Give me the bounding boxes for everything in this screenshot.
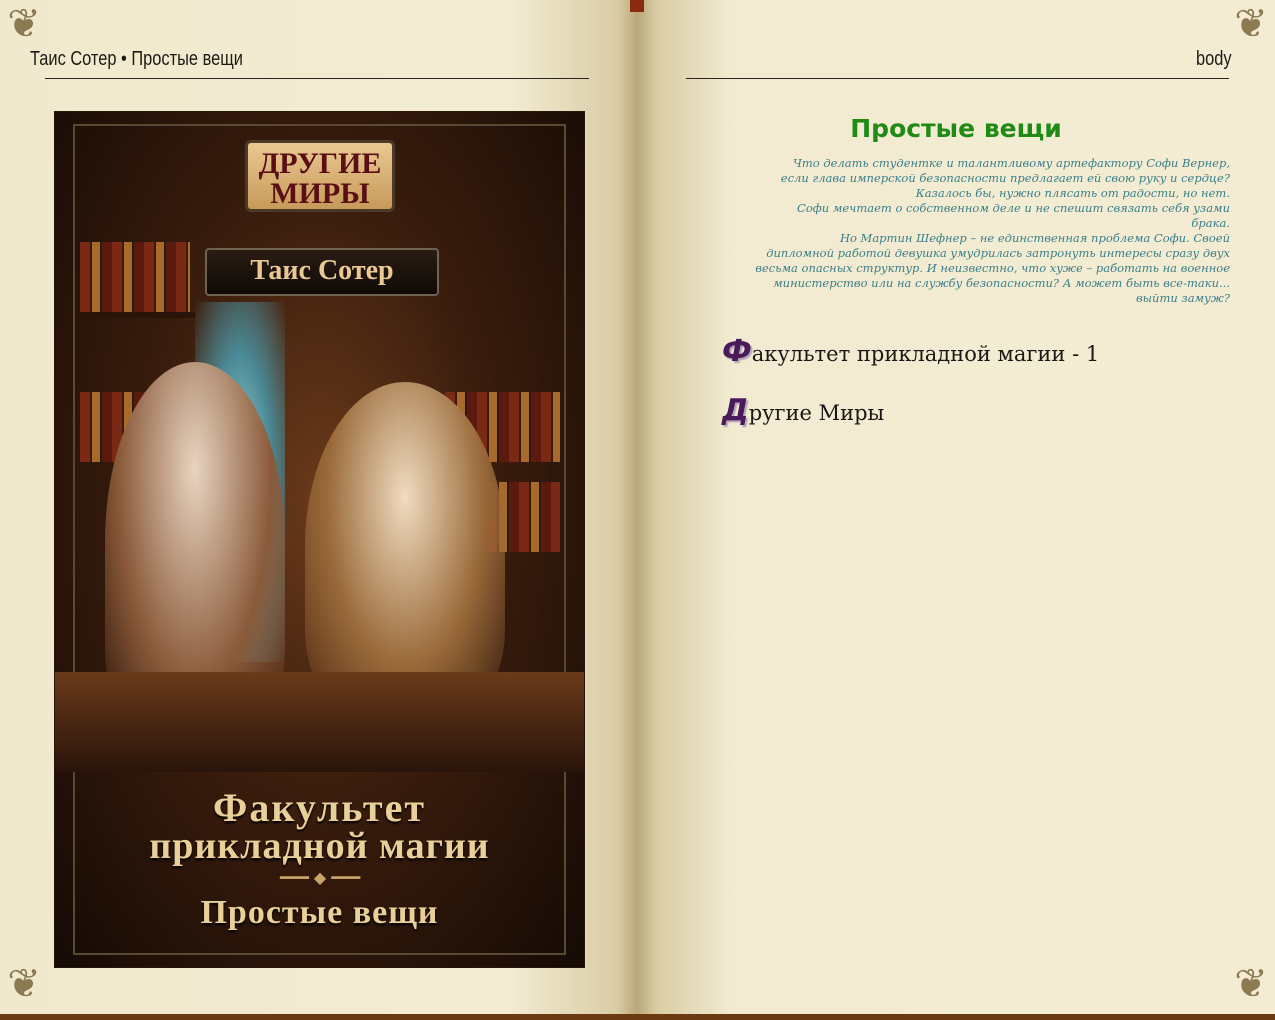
corner-ornament-icon: ❦ xyxy=(1234,961,1268,1007)
annotation-line: Что делать студентке и талантливому арте… xyxy=(792,156,1230,170)
header-divider xyxy=(686,78,1229,79)
annotation: Что делать студентке и талантливому арте… xyxy=(750,156,1230,306)
page-header-left: Таис Сотер • Простые вещи xyxy=(30,48,243,71)
cover-author: Таис Сотер xyxy=(205,248,439,296)
cover-ornament-icon: ━━━ ◆ ━━━ xyxy=(279,868,361,887)
annotation-line: дипломной работой девушка умудрилась зат… xyxy=(766,246,1230,260)
dropcap: Д xyxy=(722,393,749,428)
annotation-line: Казалось бы, нужно плясать от радости, н… xyxy=(915,186,1230,200)
cover-table xyxy=(55,672,584,772)
annotation-line: министерство или на службу безопасности?… xyxy=(773,276,1230,290)
corner-ornament-icon: ❦ xyxy=(1234,1,1268,47)
header-book-title: Простые вещи xyxy=(131,48,243,70)
book-viewer: ❦ ❦ Таис Сотер • Простые вещи ДРУГИЕ МИР… xyxy=(0,0,1275,1020)
book-cover-image: ДРУГИЕ МИРЫ Таис Сотер Факультет приклад… xyxy=(54,111,585,968)
annotation-line: Но Мартин Шефнер – не единственная пробл… xyxy=(839,231,1230,245)
annotation-line: весьма опасных структур. И неизвестно, ч… xyxy=(755,261,1230,275)
cover-figure-woman xyxy=(305,382,505,712)
book-spine xyxy=(630,0,644,12)
annotation-line: выйти замуж? xyxy=(1135,291,1230,305)
cover-title-line2: прикладной магии xyxy=(149,825,490,867)
cover-title-line3: Простые вещи xyxy=(200,894,439,931)
left-page[interactable]: ❦ ❦ Таис Сотер • Простые вещи ДРУГИЕ МИР… xyxy=(0,0,637,1014)
annotation-line: брака. xyxy=(1191,216,1230,230)
header-separator: • xyxy=(121,48,127,70)
header-author: Таис Сотер xyxy=(30,48,117,70)
cover-books xyxy=(80,242,190,312)
header-divider xyxy=(45,78,589,79)
page-header-right: body xyxy=(1196,48,1232,70)
right-page[interactable]: ❦ ❦ xyxy=(637,0,1275,1014)
cover-series-badge: ДРУГИЕ МИРЫ xyxy=(245,140,395,212)
series-entry-faculty[interactable]: Факультет прикладной магии - 1 xyxy=(722,334,1099,369)
book-title-heading: Простые вещи xyxy=(850,114,1062,143)
corner-ornament-icon: ❦ xyxy=(7,961,41,1007)
annotation-line: Софи мечтает о собственном деле и не спе… xyxy=(797,201,1230,215)
entry-text: ругие Миры xyxy=(748,401,885,425)
series-entry-other-worlds[interactable]: Другие Миры xyxy=(722,393,884,428)
cover-figure-man xyxy=(105,362,285,722)
dropcap: Ф xyxy=(722,334,752,369)
corner-ornament-icon: ❦ xyxy=(7,1,41,47)
entry-text: акультет прикладной магии - 1 xyxy=(751,342,1100,366)
cover-shelf xyxy=(75,312,195,318)
annotation-line: если глава имперской безопасности предла… xyxy=(780,171,1230,185)
